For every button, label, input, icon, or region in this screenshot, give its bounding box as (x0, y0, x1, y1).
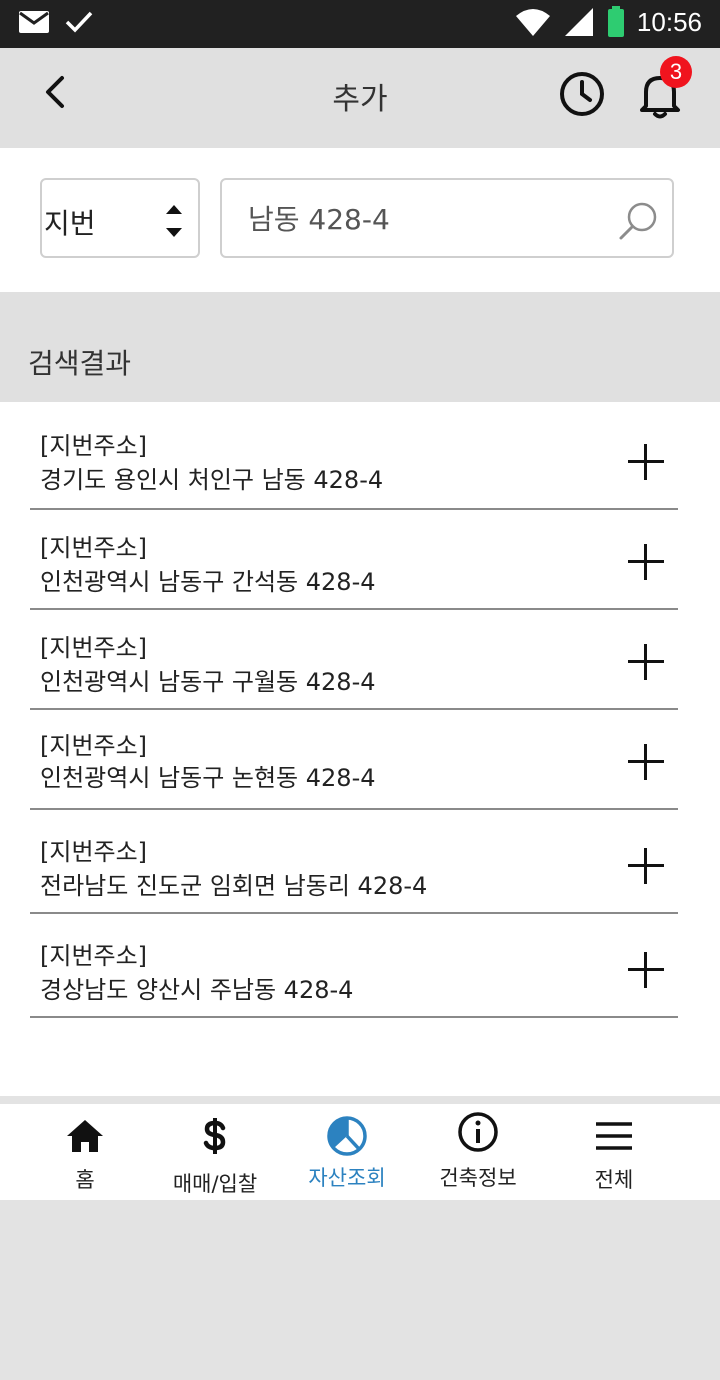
list-item[interactable]: [지번주소] 인천광역시 남동구 논현동 428-4 (30, 710, 678, 810)
mail-icon (19, 11, 49, 33)
status-bar: 10:56 (0, 0, 720, 48)
address-tag: [지번주소] (40, 942, 148, 970)
address-text: 경기도 용인시 처인구 남동 428-4 (40, 466, 384, 494)
list-item[interactable]: [지번주소] 인천광역시 남동구 구월동 428-4 (30, 610, 678, 710)
results-list: [지번주소] 경기도 용인시 처인구 남동 428-4 [지번주소] 인천광역시… (0, 402, 720, 1096)
list-item[interactable]: [지번주소] 경기도 용인시 처인구 남동 428-4 (30, 402, 678, 510)
list-item[interactable]: [지번주소] 전라남도 진도군 임회면 남동리 428-4 (30, 810, 678, 914)
list-item[interactable]: [지번주소] 인천광역시 남동구 간석동 428-4 (30, 510, 678, 610)
app-header: 추가 3 (0, 48, 720, 148)
list-item[interactable]: [지번주소] 경상남도 양산시 주남동 428-4 (30, 914, 678, 1018)
home-icon (67, 1120, 103, 1152)
address-tag: [지번주소] (40, 432, 148, 460)
add-icon[interactable] (628, 444, 664, 480)
page-title: 추가 (332, 82, 388, 117)
bottom-nav: 홈 매매/입찰 자산조회 건축정보 전체 (0, 1104, 720, 1200)
address-tag: [지번주소] (40, 732, 148, 760)
address-tag: [지번주소] (40, 534, 148, 562)
add-icon[interactable] (628, 544, 664, 580)
signal-icon (564, 8, 593, 36)
pie-chart-icon (327, 1116, 367, 1156)
nav-home-label: 홈 (75, 1168, 95, 1192)
clock-icon[interactable] (558, 70, 606, 118)
address-text: 인천광역시 남동구 논현동 428-4 (40, 764, 376, 792)
nav-trade-label: 매매/입찰 (172, 1172, 258, 1196)
select-arrows-icon (166, 205, 182, 237)
address-text: 인천광역시 남동구 구월동 428-4 (40, 668, 376, 696)
search-input[interactable] (248, 198, 608, 238)
nav-home[interactable]: 홈 (20, 1104, 150, 1200)
check-icon (65, 11, 93, 33)
add-icon[interactable] (628, 848, 664, 884)
results-header: 검색결과 (0, 292, 720, 402)
address-text: 경상남도 양산시 주남동 428-4 (40, 976, 354, 1004)
address-text: 전라남도 진도군 임회면 남동리 428-4 (40, 872, 428, 900)
add-icon[interactable] (628, 952, 664, 988)
wifi-icon (515, 9, 550, 36)
search-section: 지번 (0, 148, 720, 292)
add-icon[interactable] (628, 644, 664, 680)
nav-building-label: 건축정보 (439, 1166, 517, 1190)
nav-building[interactable]: 건축정보 (413, 1104, 543, 1200)
address-type-select[interactable]: 지번 (40, 178, 200, 258)
nav-asset-label: 자산조회 (308, 1166, 386, 1190)
nav-all[interactable]: 전체 (549, 1104, 679, 1200)
menu-icon (596, 1122, 632, 1150)
notification-badge: 3 (660, 56, 692, 88)
status-time: 10:56 (636, 6, 702, 37)
address-text: 인천광역시 남동구 간석동 428-4 (40, 568, 376, 596)
dollar-icon (203, 1118, 226, 1154)
nav-trade[interactable]: 매매/입찰 (150, 1104, 280, 1200)
battery-icon (607, 6, 624, 37)
results-heading: 검색결과 (28, 347, 132, 380)
nav-all-label: 전체 (594, 1168, 634, 1192)
search-icon[interactable] (618, 200, 660, 242)
info-icon (458, 1112, 498, 1152)
address-type-value: 지번 (44, 207, 96, 240)
address-tag: [지번주소] (40, 838, 148, 866)
add-icon[interactable] (628, 744, 664, 780)
nav-asset[interactable]: 자산조회 (282, 1104, 412, 1200)
search-field[interactable] (220, 178, 674, 258)
address-tag: [지번주소] (40, 634, 148, 662)
